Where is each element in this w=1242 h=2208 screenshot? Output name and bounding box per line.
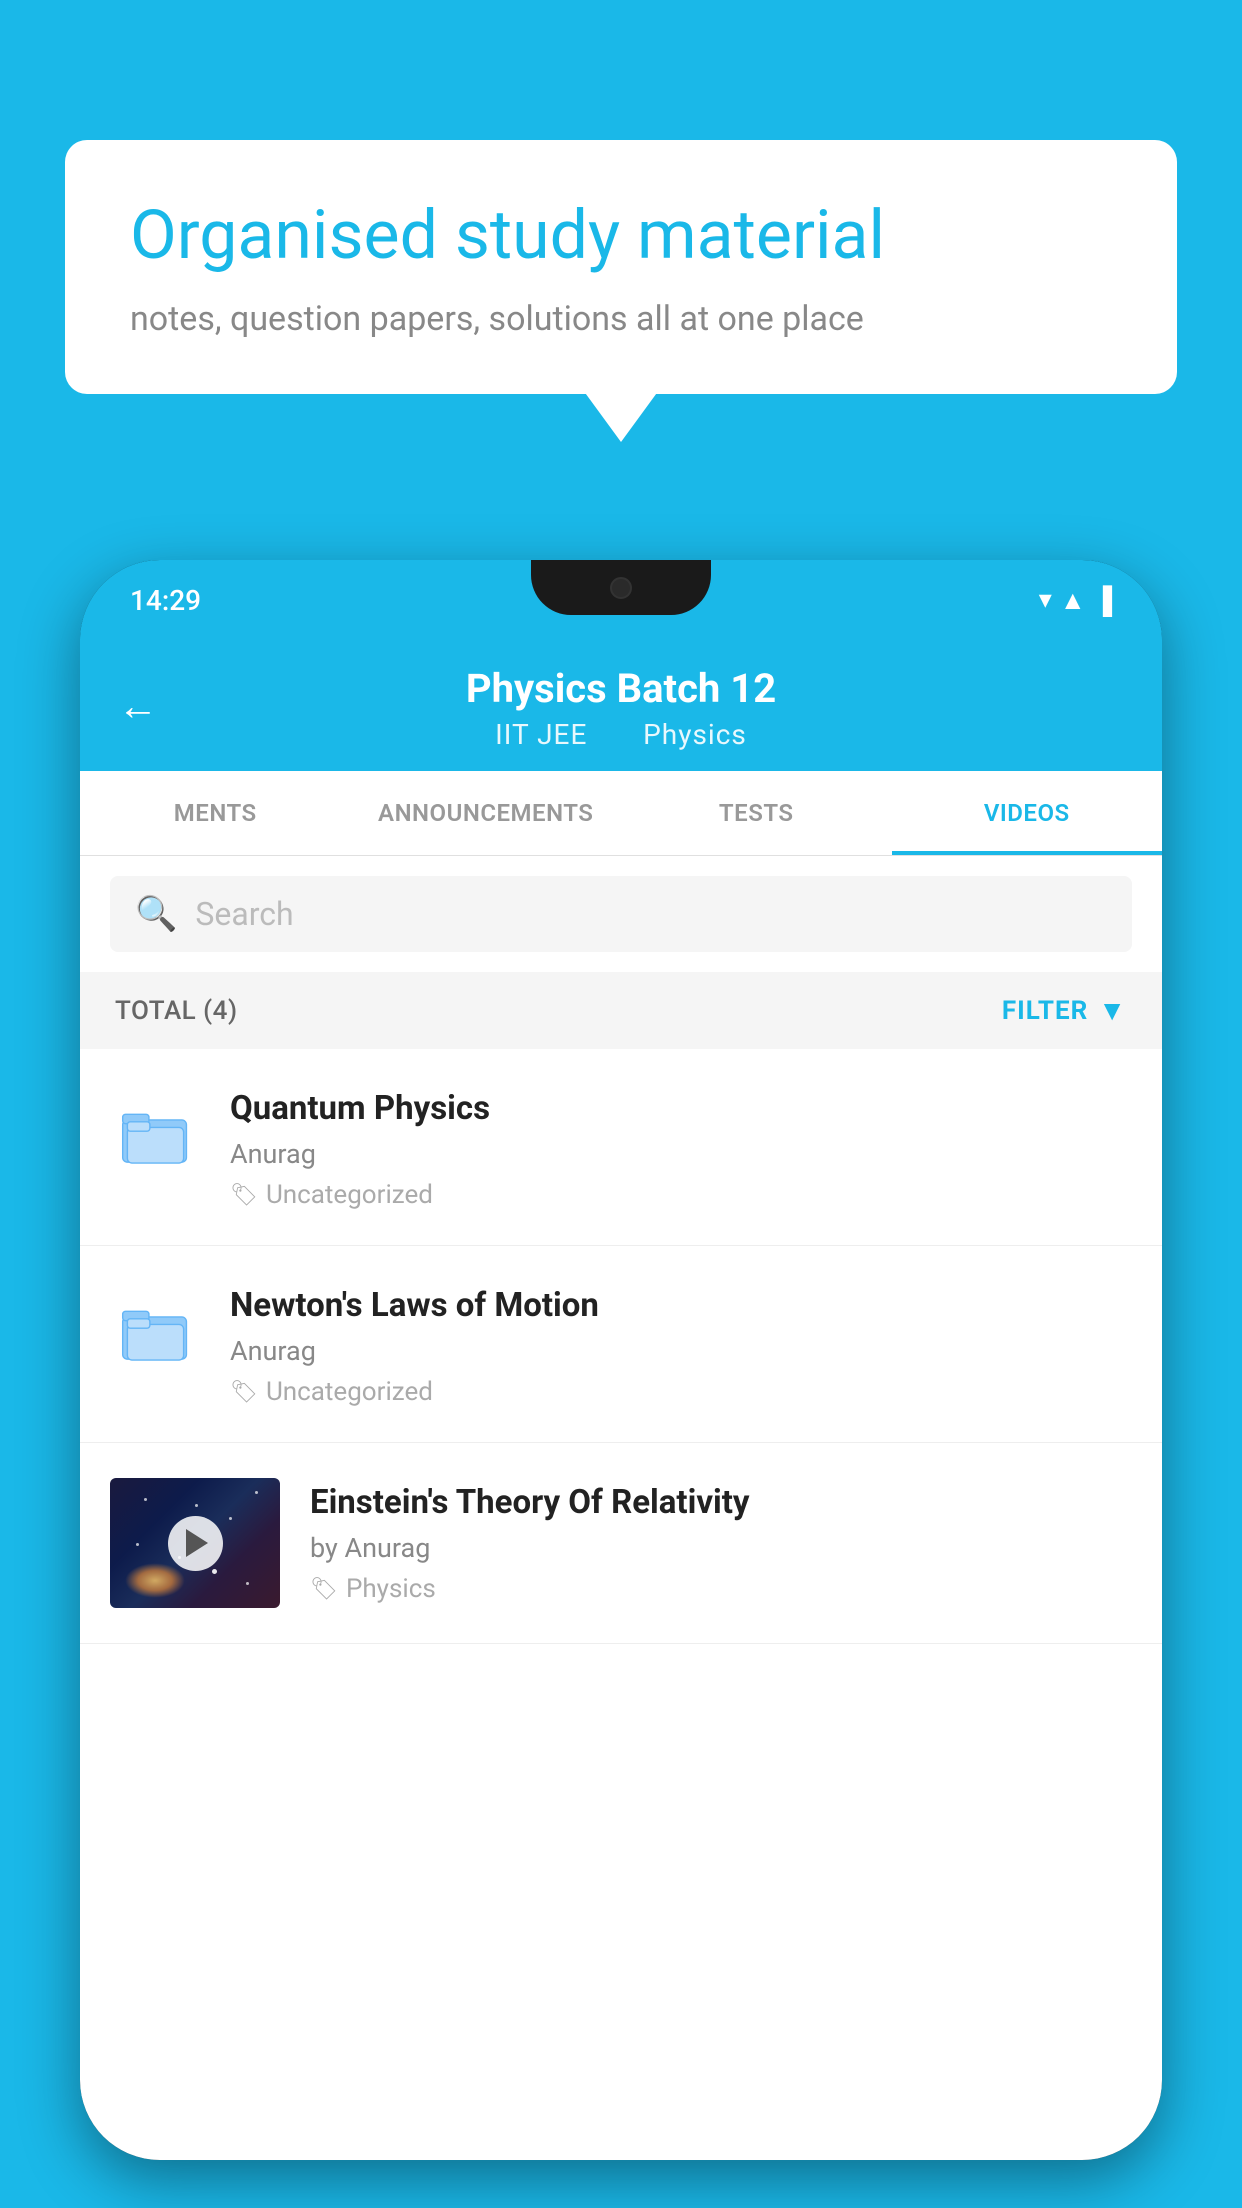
video-title: Quantum Physics (230, 1089, 1132, 1128)
video-thumbnail (110, 1478, 280, 1608)
tabs-bar: MENTS ANNOUNCEMENTS TESTS VIDEOS (80, 771, 1162, 856)
filter-bar: TOTAL (4) FILTER ▼ (80, 972, 1162, 1049)
batch-title: Physics Batch 12 (120, 665, 1122, 712)
search-container: 🔍 Search (80, 856, 1162, 972)
search-bar[interactable]: 🔍 Search (110, 876, 1132, 952)
list-item[interactable]: Quantum Physics Anurag 🏷 Uncategorized (80, 1049, 1162, 1246)
filter-funnel-icon: ▼ (1098, 994, 1127, 1027)
total-count: TOTAL (4) (115, 996, 238, 1026)
filter-button[interactable]: FILTER ▼ (1002, 994, 1127, 1027)
thumbnail-overlay (110, 1478, 280, 1608)
video-title: Newton's Laws of Motion (230, 1286, 1132, 1325)
camera-dot (610, 577, 632, 599)
tag-text: Physics (346, 1574, 436, 1604)
play-button[interactable] (168, 1516, 223, 1571)
play-triangle-icon (186, 1529, 208, 1557)
list-item[interactable]: Newton's Laws of Motion Anurag 🏷 Uncateg… (80, 1246, 1162, 1443)
batch-category: IIT JEE (495, 718, 587, 751)
video-info: Quantum Physics Anurag 🏷 Uncategorized (230, 1084, 1132, 1210)
speech-bubble-container: Organised study material notes, question… (65, 140, 1177, 394)
tag-icon: 🏷 (230, 1380, 258, 1405)
tab-ments[interactable]: MENTS (80, 771, 351, 855)
phone-content: ← Physics Batch 12 IIT JEE Physics MENTS… (80, 640, 1162, 2160)
phone-wrapper: 14:29 ▾ ▲ ▐ ← Physics Batch 12 IIT JEE P… (80, 560, 1162, 2208)
tag-text: Uncategorized (266, 1180, 433, 1210)
video-tag: 🏷 Uncategorized (230, 1180, 1132, 1210)
status-icons: ▾ ▲ ▐ (1039, 585, 1112, 616)
list-item[interactable]: Einstein's Theory Of Relativity by Anura… (80, 1443, 1162, 1644)
video-info: Einstein's Theory Of Relativity by Anura… (310, 1478, 1132, 1604)
speech-bubble-subtitle: notes, question papers, solutions all at… (130, 299, 1112, 339)
status-time: 14:29 (130, 584, 201, 617)
folder-icon (110, 1286, 200, 1376)
batch-subject: Physics (643, 718, 747, 751)
tag-icon: 🏷 (310, 1577, 338, 1602)
batch-subtitle: IIT JEE Physics (120, 718, 1122, 751)
video-title: Einstein's Theory Of Relativity (310, 1483, 1132, 1522)
tag-text: Uncategorized (266, 1377, 433, 1407)
signal-icon: ▲ (1060, 585, 1086, 616)
top-bar: ← Physics Batch 12 IIT JEE Physics (80, 640, 1162, 771)
search-icon: 🔍 (135, 894, 177, 934)
search-placeholder: Search (195, 895, 293, 933)
tab-videos[interactable]: VIDEOS (892, 771, 1163, 855)
phone-frame: 14:29 ▾ ▲ ▐ ← Physics Batch 12 IIT JEE P… (80, 560, 1162, 2160)
notch (531, 560, 711, 615)
tab-announcements[interactable]: ANNOUNCEMENTS (351, 771, 622, 855)
video-author: Anurag (230, 1138, 1132, 1170)
video-author: Anurag (230, 1335, 1132, 1367)
battery-icon: ▐ (1094, 585, 1112, 616)
folder-icon (110, 1089, 200, 1179)
video-tag: 🏷 Physics (310, 1574, 1132, 1604)
wifi-icon: ▾ (1039, 585, 1052, 615)
video-tag: 🏷 Uncategorized (230, 1377, 1132, 1407)
filter-label: FILTER (1002, 996, 1088, 1026)
video-list: Quantum Physics Anurag 🏷 Uncategorized (80, 1049, 1162, 1644)
back-button[interactable]: ← (118, 682, 158, 729)
speech-bubble: Organised study material notes, question… (65, 140, 1177, 394)
speech-bubble-title: Organised study material (130, 195, 1112, 277)
status-bar: 14:29 ▾ ▲ ▐ (80, 560, 1162, 640)
video-author: by Anurag (310, 1532, 1132, 1564)
video-info: Newton's Laws of Motion Anurag 🏷 Uncateg… (230, 1281, 1132, 1407)
tag-icon: 🏷 (230, 1183, 258, 1208)
tab-tests[interactable]: TESTS (621, 771, 892, 855)
